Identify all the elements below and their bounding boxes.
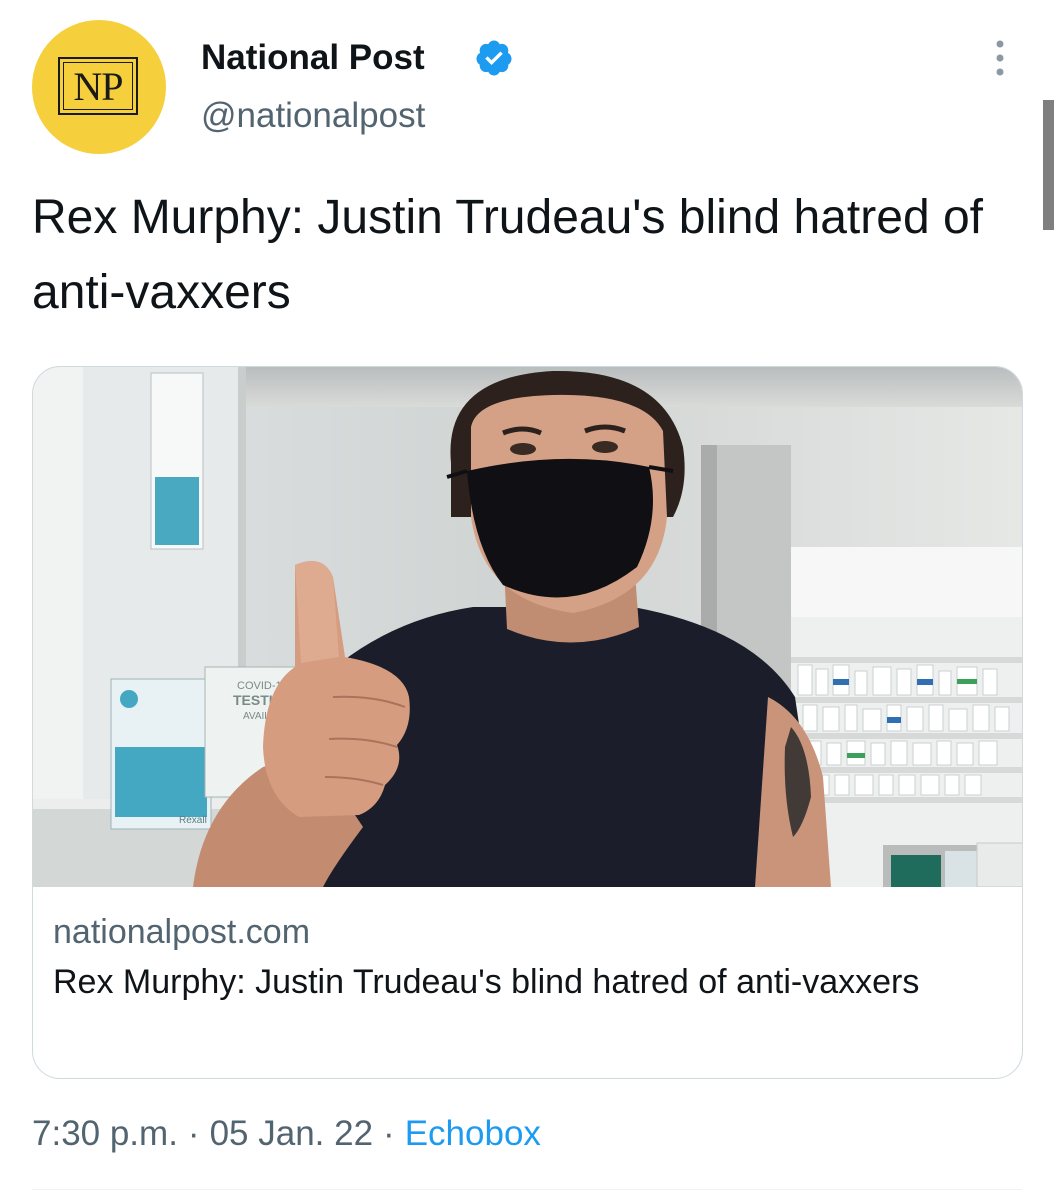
card-title: Rex Murphy: Justin Trudeau's blind hatre… — [53, 963, 920, 1001]
tweet-time[interactable]: 7:30 p.m. — [32, 1114, 178, 1153]
tweet-text: Rex Murphy: Justin Trudeau's blind hatre… — [32, 191, 983, 319]
more-vertical-icon[interactable] — [982, 36, 1018, 80]
np-logo-text: NP — [63, 62, 133, 110]
photo-store-text: Rexall — [179, 815, 207, 826]
tweet-meta: 7:30 p.m. · 05 Jan. 22 · Echobox — [32, 1114, 541, 1154]
handle[interactable]: @nationalpost — [201, 96, 425, 136]
link-card[interactable]: COVID-1 TESTI AVAIL Rexall nationalpost.… — [32, 366, 1023, 1079]
np-logo: NP — [58, 57, 138, 115]
meta-separator: · — [187, 1114, 200, 1153]
divider — [32, 1189, 1022, 1190]
tweet-date[interactable]: 05 Jan. 22 — [210, 1114, 373, 1153]
article-photo-illustration: COVID-1 TESTI AVAIL Rexall — [33, 367, 1022, 887]
photo-sign-text-2: TESTI — [233, 692, 273, 708]
meta-separator: · — [383, 1114, 395, 1153]
verified-badge-icon — [476, 40, 512, 76]
photo-sign-text-1: COVID-1 — [237, 680, 282, 692]
card-domain: nationalpost.com — [53, 913, 311, 951]
article-photo[interactable]: COVID-1 TESTI AVAIL Rexall — [33, 367, 1022, 887]
scrollbar[interactable] — [1043, 100, 1054, 230]
display-name[interactable]: National Post — [201, 38, 425, 78]
avatar[interactable]: NP — [32, 20, 166, 154]
tweet-source-link[interactable]: Echobox — [405, 1114, 541, 1153]
